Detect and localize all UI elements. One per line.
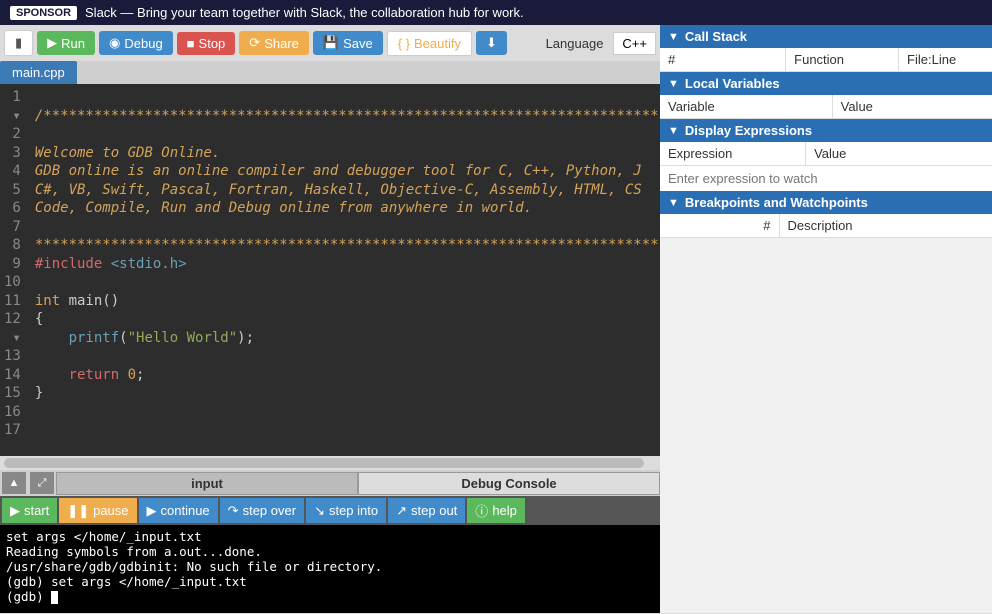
share-icon: ⟳ — [249, 35, 260, 51]
stop-icon: ■ — [187, 36, 195, 51]
code-editor[interactable]: 1 ▾23456789101112 ▾1314151617 /*********… — [0, 84, 660, 456]
tab-input[interactable]: input — [56, 472, 358, 495]
debug-button[interactable]: ◉Debug — [99, 31, 173, 55]
expressions-header[interactable]: ▼Display Expressions — [660, 119, 992, 142]
share-button[interactable]: ⟳Share — [239, 31, 309, 55]
sponsor-badge: SPONSOR — [10, 6, 77, 20]
start-button[interactable]: ▶ start — [2, 498, 57, 523]
save-button[interactable]: 💾Save — [313, 31, 383, 55]
cursor — [51, 591, 58, 604]
right-panel: ▼Call Stack # Function File:Line ▼Local … — [660, 25, 992, 613]
code-area[interactable]: /***************************************… — [27, 84, 660, 456]
file-icon: ▮ — [15, 35, 22, 51]
expression-input[interactable] — [660, 166, 992, 191]
language-label: Language — [546, 36, 610, 51]
step-over-button[interactable]: ↷ step over — [220, 498, 304, 523]
chevron-down-icon: ▼ — [668, 125, 679, 137]
chevron-down-icon: ▼ — [668, 197, 679, 209]
sponsor-bar: SPONSOR Slack — Bring your team together… — [0, 0, 992, 25]
editor-hscroll[interactable] — [0, 456, 660, 470]
main-toolbar: ▮ ▶Run ◉Debug ■Stop ⟳Share 💾Save { } Bea… — [0, 25, 660, 61]
locals-header[interactable]: ▼Local Variables — [660, 72, 992, 95]
breakpoints-header[interactable]: ▼Breakpoints and Watchpoints — [660, 191, 992, 214]
sponsor-text[interactable]: Slack — Bring your team together with Sl… — [85, 5, 524, 20]
breakpoints-headers: # Description — [660, 214, 992, 238]
chevron-down-icon: ▼ — [668, 78, 679, 90]
bottom-controls: ▲ ⤢ input Debug Console — [0, 470, 660, 496]
stop-button[interactable]: ■Stop — [177, 32, 236, 55]
continue-button[interactable]: ▶ continue — [139, 498, 218, 523]
debug-console[interactable]: set args </home/_input.txt Reading symbo… — [0, 525, 660, 613]
run-button[interactable]: ▶Run — [37, 31, 95, 55]
expressions-headers: Expression Value — [660, 142, 992, 166]
pause-button[interactable]: ❚❚ pause — [59, 498, 136, 523]
expand-icon-button[interactable]: ⤢ — [30, 472, 54, 494]
debug-toolbar: ▶ start ❚❚ pause ▶ continue ↷ step over … — [0, 496, 660, 525]
debug-icon: ◉ — [109, 35, 120, 51]
play-icon: ▶ — [47, 35, 57, 51]
save-icon: 💾 — [323, 35, 339, 51]
step-out-button[interactable]: ↗ step out — [388, 498, 465, 523]
language-select[interactable]: C++ — [613, 32, 656, 55]
new-file-button[interactable]: ▮ — [4, 30, 33, 56]
locals-headers: Variable Value — [660, 95, 992, 119]
help-button[interactable]: ⓘ help — [467, 498, 525, 523]
chevron-down-icon: ▼ — [668, 31, 679, 43]
call-stack-headers: # Function File:Line — [660, 48, 992, 72]
tab-debug-console[interactable]: Debug Console — [358, 472, 660, 495]
download-icon: ⬇ — [486, 35, 497, 51]
beautify-button[interactable]: { } Beautify — [387, 31, 472, 56]
step-into-button[interactable]: ↘ step into — [306, 498, 386, 523]
download-button[interactable]: ⬇ — [476, 31, 507, 55]
toggle-icon-button[interactable]: ▲ — [2, 472, 26, 494]
call-stack-header[interactable]: ▼Call Stack — [660, 25, 992, 48]
file-tab-main[interactable]: main.cpp — [0, 61, 77, 84]
line-gutter: 1 ▾23456789101112 ▾1314151617 — [0, 84, 27, 456]
file-tab-bar: main.cpp — [0, 61, 660, 84]
